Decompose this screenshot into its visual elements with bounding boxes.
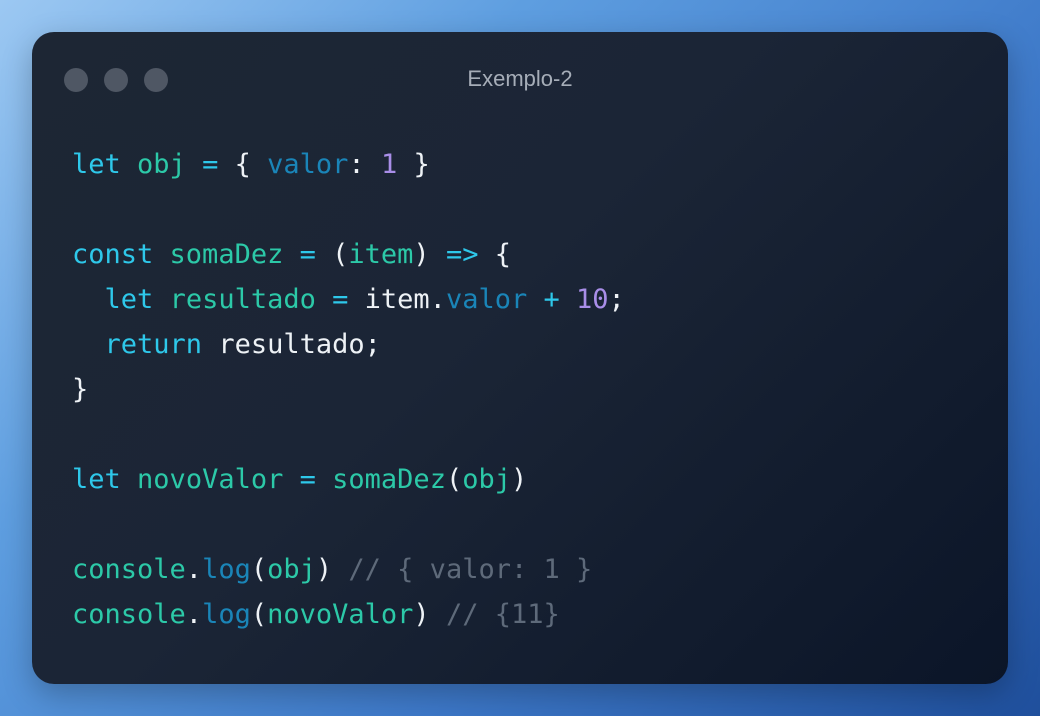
code-line: let novoValor = somaDez(obj) (72, 457, 625, 502)
code-token: 1 (380, 149, 398, 180)
code-token: // {11} (445, 599, 560, 630)
code-token: = (332, 284, 349, 315)
code-block: let obj = { valor: 1 } const somaDez = (i… (72, 142, 625, 637)
code-token: + (543, 284, 560, 315)
code-token: return (104, 329, 203, 360)
code-line: const somaDez = (item) => { (72, 232, 625, 277)
code-line: console.log(novoValor) // {11} (72, 592, 625, 637)
code-token: log (202, 599, 251, 630)
code-token: obj (267, 554, 316, 585)
code-token: somaDez (169, 239, 284, 270)
code-token: = (202, 149, 219, 180)
code-line: let obj = { valor: 1 } (72, 142, 625, 187)
window-title: Exemplo-2 (467, 66, 573, 91)
code-token: = (299, 464, 316, 495)
code-token: ) (413, 239, 446, 270)
code-token: somaDez (332, 464, 446, 495)
code-token: ( (250, 599, 268, 630)
code-token: novoValor (137, 464, 284, 495)
code-token: { (478, 239, 511, 270)
code-token: obj (462, 464, 511, 495)
code-token: = (299, 239, 316, 270)
code-token: valor (267, 149, 349, 180)
code-window: Exemplo-2 let obj = { valor: 1 } const so… (32, 32, 1008, 684)
code-token: let (104, 284, 154, 315)
window-titlebar: Exemplo-2 (32, 32, 1008, 128)
code-token: ; (608, 284, 625, 315)
code-line: } (72, 367, 625, 412)
code-token: ( (445, 464, 463, 495)
code-token: item (348, 239, 414, 270)
code-token: console (72, 554, 186, 585)
code-token: 10 (576, 284, 609, 315)
code-token: let (72, 464, 121, 495)
code-token: ) (315, 554, 349, 585)
code-token: ) (511, 464, 528, 495)
code-token: item. (348, 284, 446, 315)
code-token: console (72, 599, 186, 630)
code-token: ( (250, 554, 268, 585)
code-line: return resultado; (72, 322, 625, 367)
code-token: resultado; (202, 329, 381, 360)
code-token: resultado (169, 284, 316, 315)
code-token: let (72, 149, 121, 180)
code-token: ) (413, 599, 446, 630)
code-token: } (397, 149, 430, 180)
code-token: ( (315, 239, 349, 270)
code-token: . (185, 599, 203, 630)
code-token: // { valor: 1 } (348, 554, 593, 585)
code-token: obj (137, 149, 186, 180)
code-token: valor (445, 284, 528, 315)
code-line: let resultado = item.valor + 10; (72, 277, 625, 322)
code-line: console.log(obj) // { valor: 1 } (72, 547, 625, 592)
code-token: const (72, 239, 154, 270)
code-token: { (218, 149, 268, 180)
code-token: => (445, 239, 479, 270)
code-token: } (72, 374, 89, 405)
code-token: . (185, 554, 203, 585)
code-token: novoValor (267, 599, 414, 630)
code-token: : (348, 149, 381, 180)
code-token: log (202, 554, 251, 585)
